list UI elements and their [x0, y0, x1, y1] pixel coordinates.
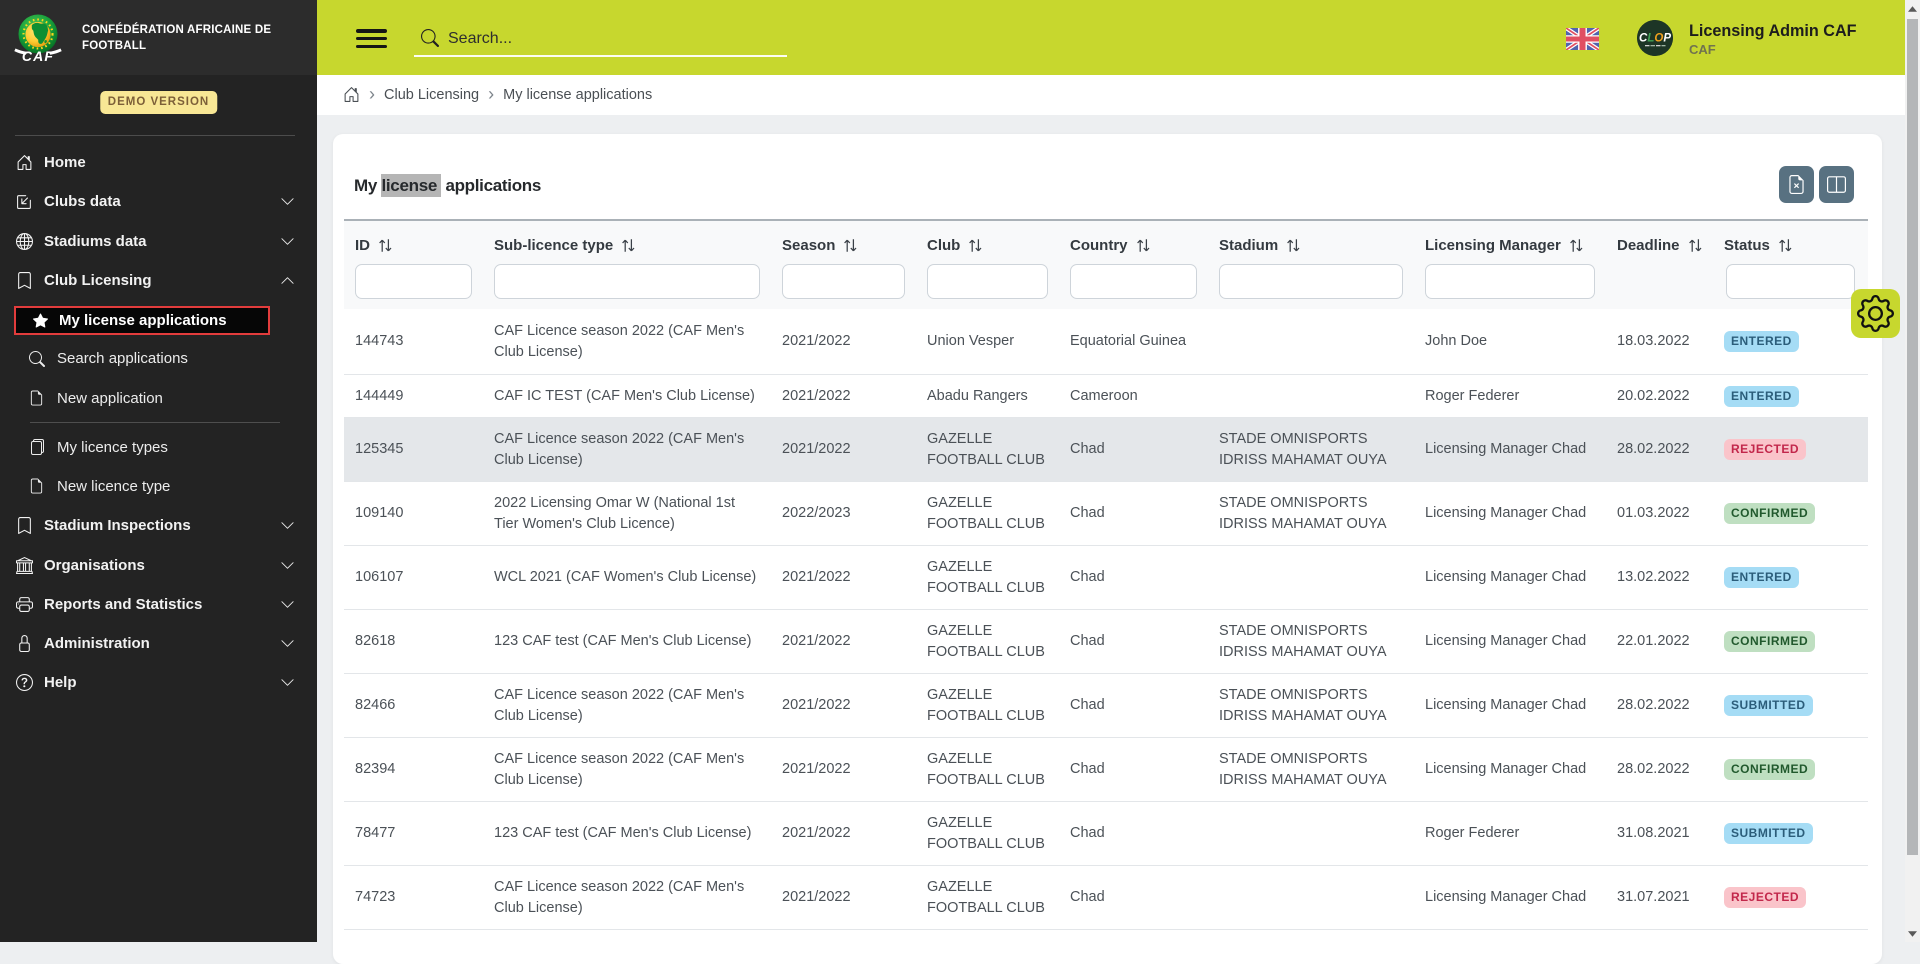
svg-text:CLOP: CLOP — [1639, 33, 1671, 45]
svg-text:CAF: CAF — [22, 48, 54, 63]
